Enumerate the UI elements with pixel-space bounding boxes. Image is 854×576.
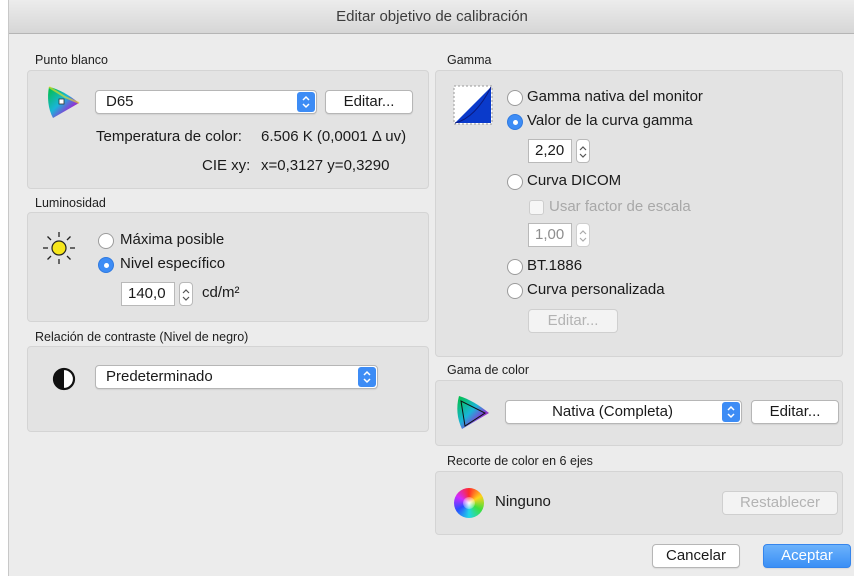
scale-factor-label: Usar factor de escala	[549, 198, 691, 215]
cancel-button[interactable]: Cancelar	[652, 544, 740, 568]
gamma-section-label: Gamma	[447, 53, 492, 67]
luminance-specific-label: Nivel específico	[120, 255, 226, 272]
stepper-arrows-icon	[579, 230, 587, 242]
stepper-arrows-icon	[182, 289, 190, 301]
luminance-max-radio[interactable]	[98, 233, 114, 249]
gamma-bt1886-label: BT.1886	[527, 257, 583, 274]
gamut-value: Nativa (Completa)	[552, 403, 673, 420]
scale-factor-field[interactable]: 1,00	[528, 223, 572, 247]
contrast-panel: Predeterminado	[27, 346, 429, 432]
gamut-section-label: Gama de color	[447, 363, 529, 377]
gamma-dicom-label: Curva DICOM	[527, 172, 622, 189]
gamma-panel: Gamma nativa del monitor Valor de la cur…	[435, 70, 843, 357]
temperature-value: 6.506 K (0,0001 Δ uv)	[261, 128, 407, 145]
luminance-section-label: Luminosidad	[35, 196, 106, 210]
window-title: Editar objetivo de calibración	[9, 0, 854, 34]
gamma-curve-stepper[interactable]	[576, 139, 590, 163]
temperature-label: Temperatura de color:	[96, 128, 242, 145]
color-wheel-icon	[454, 488, 484, 518]
stepper-arrows-icon	[579, 146, 587, 158]
dialog-window: Editar objetivo de calibración Punto bla…	[8, 0, 854, 576]
gamma-bt1886-radio[interactable]	[507, 259, 523, 275]
gamut-panel: Nativa (Completa) Editar...	[435, 380, 843, 446]
white-point-edit-button[interactable]: Editar...	[325, 90, 413, 114]
white-point-preset-value: D65	[106, 93, 134, 110]
popup-arrows-icon	[722, 402, 740, 422]
gamma-edit-button[interactable]: Editar...	[528, 309, 618, 333]
contrast-section-label: Relación de contraste (Nivel de negro)	[35, 330, 249, 344]
contrast-value: Predeterminado	[106, 368, 213, 385]
luminance-specific-radio[interactable]	[98, 257, 114, 273]
gamut-popup[interactable]: Nativa (Completa)	[505, 400, 742, 424]
contrast-icon	[52, 367, 76, 391]
clipping-section-label: Recorte de color en 6 ejes	[447, 454, 593, 468]
gamma-custom-label: Curva personalizada	[527, 281, 665, 298]
luminance-panel: Máxima posible Nivel específico 140,0 cd…	[27, 212, 429, 322]
gamma-curve-value-radio[interactable]	[507, 114, 523, 130]
clipping-reset-button[interactable]: Restablecer	[722, 491, 838, 515]
clipping-panel: Ninguno Restablecer	[435, 471, 843, 535]
gamut-edit-button[interactable]: Editar...	[751, 400, 839, 424]
luminance-unit: cd/m²	[202, 284, 240, 301]
chromaticity-diagram-icon	[48, 86, 80, 118]
sun-icon	[43, 232, 75, 264]
cie-label: CIE xy:	[202, 157, 251, 174]
gamma-curve-value-field[interactable]: 2,20	[528, 139, 572, 163]
gamma-dicom-radio[interactable]	[507, 174, 523, 190]
gamma-curve-icon	[453, 85, 493, 125]
scale-factor-checkbox[interactable]	[529, 200, 544, 215]
cie-value: x=0,3127 y=0,3290	[261, 157, 390, 174]
gamma-native-radio[interactable]	[507, 90, 523, 106]
gamma-custom-radio[interactable]	[507, 283, 523, 299]
contrast-popup[interactable]: Predeterminado	[95, 365, 378, 389]
luminance-max-label: Máxima posible	[120, 231, 225, 248]
scale-factor-stepper[interactable]	[576, 223, 590, 247]
accept-button[interactable]: Aceptar	[763, 544, 851, 568]
gamma-native-label: Gamma nativa del monitor	[527, 88, 703, 105]
white-point-panel: D65 Editar... Temperatura de color: 6.50…	[27, 70, 429, 189]
clipping-value: Ninguno	[495, 493, 551, 510]
color-gamut-icon	[457, 396, 489, 429]
white-point-preset-popup[interactable]: D65	[95, 90, 317, 114]
luminance-stepper[interactable]	[179, 282, 193, 306]
popup-arrows-icon	[358, 367, 376, 387]
luminance-value-field[interactable]: 140,0	[121, 282, 175, 306]
popup-arrows-icon	[297, 92, 315, 112]
white-point-section-label: Punto blanco	[35, 53, 108, 67]
gamma-curve-value-label: Valor de la curva gamma	[527, 112, 693, 129]
